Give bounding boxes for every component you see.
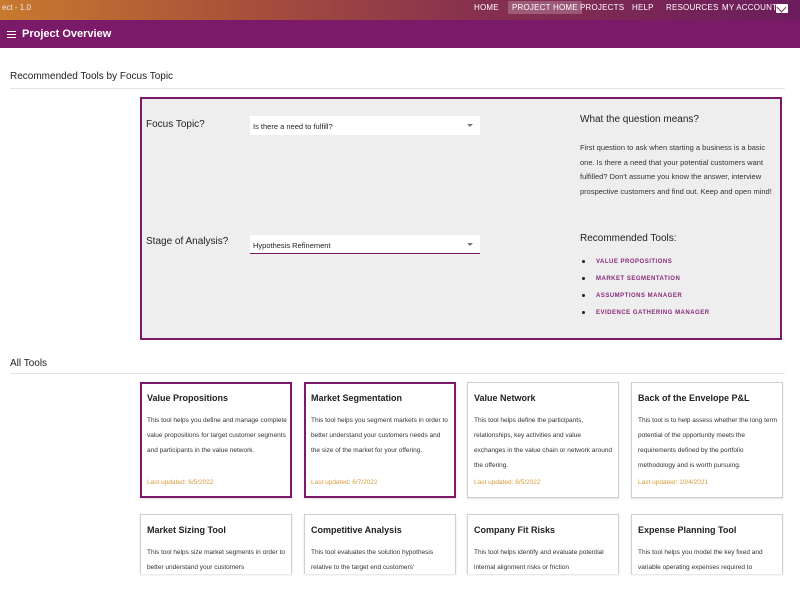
tool-card-updated: Last updated: 6/5/2022: [474, 479, 541, 486]
tool-card-description: This tool helps you model the key fixed …: [638, 549, 763, 571]
tool-card-competitive-analysis[interactable]: Competitive Analysis This tool evaluates…: [304, 514, 456, 574]
page-header-bar: Project Overview: [0, 20, 800, 48]
top-navigation-bar: ect - 1.0 HOME PROJECT HOME PROJECTS HEL…: [0, 0, 800, 20]
tool-card-back-of-envelope-pl[interactable]: Back of the Envelope P&L This tool is to…: [631, 382, 783, 498]
recommended-tools-title: Recommended Tools:: [580, 233, 677, 244]
recommended-tool-link[interactable]: VALUE PROPOSITIONS: [582, 259, 672, 265]
tool-card-updated: Last updated: 6/7/2022: [311, 479, 378, 486]
recommended-tool-link[interactable]: EVIDENCE GATHERING MANAGER: [582, 310, 710, 316]
tool-card-title: Value Network: [474, 393, 536, 403]
nav-my-account[interactable]: MY ACCOUNT: [722, 3, 777, 12]
recommended-tool-link[interactable]: ASSUMPTIONS MANAGER: [582, 293, 682, 299]
tool-card-description: This tool helps size market segments in …: [147, 549, 286, 571]
tool-card-title: Value Propositions: [147, 393, 229, 403]
nav-projects[interactable]: PROJECTS: [580, 3, 624, 12]
bullet-icon: [582, 293, 585, 297]
tool-card-title: Expense Planning Tool: [638, 525, 737, 535]
stage-of-analysis-select[interactable]: Hypothesis Refinement: [250, 235, 480, 254]
nav-help[interactable]: HELP: [632, 3, 654, 12]
tool-card-title: Market Segmentation: [311, 393, 403, 403]
section-divider: [10, 373, 785, 374]
hamburger-menu-icon[interactable]: [7, 31, 16, 38]
bullet-icon: [582, 259, 585, 263]
nav-project-home[interactable]: PROJECT HOME: [508, 1, 582, 14]
nav-resources[interactable]: RESOURCES: [666, 3, 718, 12]
tool-card-market-sizing[interactable]: Market Sizing Tool This tool helps size …: [140, 514, 292, 574]
nav-home[interactable]: HOME: [474, 3, 499, 12]
focus-topic-select[interactable]: Is there a need to fulfill?: [250, 116, 480, 135]
bullet-icon: [582, 310, 585, 314]
tool-card-updated: Last updated: 6/5/2022: [147, 479, 214, 486]
question-meaning-title: What the question means?: [580, 114, 699, 125]
tool-card-value-network[interactable]: Value Network This tool helps define the…: [467, 382, 619, 498]
chevron-down-icon: [467, 243, 473, 246]
tool-card-expense-planning[interactable]: Expense Planning Tool This tool helps yo…: [631, 514, 783, 574]
envelope-icon[interactable]: [776, 4, 788, 13]
app-version: ect - 1.0: [2, 3, 31, 12]
tool-card-description: This tool is to help assess whether the …: [638, 417, 778, 469]
tool-card-value-propositions[interactable]: Value Propositions This tool helps you d…: [140, 382, 292, 498]
tool-card-description: This tool helps identify and evaluate po…: [474, 549, 604, 571]
recommended-section-title: Recommended Tools by Focus Topic: [10, 71, 174, 82]
recommended-tool-link[interactable]: MARKET SEGMENTATION: [582, 276, 680, 282]
tool-card-market-segmentation[interactable]: Market Segmentation This tool helps you …: [304, 382, 456, 498]
tool-card-title: Competitive Analysis: [311, 525, 402, 535]
tool-card-description: This tool helps you define and manage co…: [147, 417, 287, 454]
stage-of-analysis-value: Hypothesis Refinement: [253, 241, 331, 250]
section-divider: [10, 88, 785, 89]
bullet-icon: [582, 276, 585, 280]
stage-of-analysis-label: Stage of Analysis?: [146, 236, 229, 247]
focus-topic-value: Is there a need to fulfill?: [253, 122, 333, 131]
tool-card-updated: Last updated: 10/4/2021: [638, 479, 709, 486]
page-title: Project Overview: [22, 28, 112, 40]
focus-topic-label: Focus Topic?: [146, 119, 205, 130]
tool-card-company-fit-risks[interactable]: Company Fit Risks This tool helps identi…: [467, 514, 619, 574]
tool-card-description: This tool helps you segment markets in o…: [311, 417, 448, 454]
all-tools-section-title: All Tools: [10, 358, 48, 369]
chevron-down-icon: [467, 124, 473, 127]
tool-card-title: Back of the Envelope P&L: [638, 393, 750, 403]
tool-card-title: Market Sizing Tool: [147, 525, 226, 535]
tool-card-description: This tool helps define the participants,…: [474, 417, 613, 469]
question-meaning-text: First question to ask when starting a bu…: [580, 143, 772, 196]
tool-card-description: This tool evaluates the solution hypothe…: [311, 549, 434, 571]
tool-card-title: Company Fit Risks: [474, 525, 556, 535]
